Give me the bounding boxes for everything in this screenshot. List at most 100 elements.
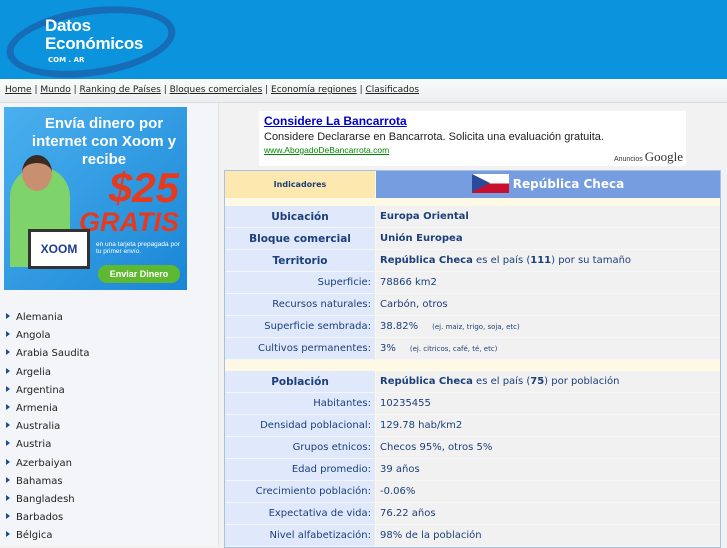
value-text: 10235455 (380, 398, 431, 409)
country-link[interactable]: Azerbaiyan (16, 458, 72, 469)
table-row: Expectativa de vida: 76.22 años (225, 503, 720, 525)
top-nav: Home | Mundo | Ranking de Países | Bloqu… (0, 79, 727, 103)
table-row: Ubicación Europa Oriental (225, 206, 720, 228)
rank-text: es el país ( (472, 376, 531, 387)
triangle-bullet-icon (6, 476, 10, 483)
enviar-dinero-button[interactable]: Enviar Dinero (98, 265, 180, 283)
logo-domain: COM . AR (48, 56, 85, 64)
nav-link-0[interactable]: Home (5, 85, 32, 95)
nav-link-5[interactable]: Clasificados (365, 85, 419, 95)
table-row: Crecimiento población: -0.06% (225, 481, 720, 503)
country-name: República Checa (380, 255, 473, 266)
country-list-item[interactable]: Barbados (6, 511, 90, 529)
row-label: Población (225, 371, 375, 392)
nav-link-2[interactable]: Ranking de Países (80, 85, 161, 95)
country-link[interactable]: Austria (16, 439, 51, 450)
geography-section: Ubicación Europa Oriental Bloque comercial… (225, 206, 720, 360)
table-row: Cultivos permanentes: 3% (ej. citricos, ca… (225, 338, 720, 360)
value-text: 76.22 años (380, 508, 436, 519)
triangle-bullet-icon (6, 367, 10, 374)
country-list-item[interactable]: Armenia (6, 402, 90, 420)
table-row: Recursos naturales: Carbón, otros (225, 294, 720, 316)
triangle-bullet-icon (6, 531, 10, 538)
row-value: Carbón, otros (376, 294, 720, 315)
country-list-item[interactable]: Arabia Saudita (6, 347, 90, 365)
row-value: 78866 km2 (376, 272, 720, 293)
rank-number: 111 (530, 255, 552, 266)
value-note: (ej. citricos, café, té, etc) (409, 345, 498, 353)
row-label: Cultivos permanentes: (225, 338, 375, 359)
logo-text[interactable]: Económicos (45, 34, 143, 54)
value-text: Unión Europea (380, 233, 463, 244)
xoom-banner-ad[interactable]: Envía dinero por internet con Xoom y rec… (4, 107, 187, 290)
country-list-item[interactable]: Argelia (6, 366, 90, 384)
banner-headline: Envía dinero por internet con Xoom y rec… (31, 115, 177, 168)
value-text: Checos 95%, otros 5% (380, 442, 493, 453)
value-text: 78866 km2 (380, 277, 437, 288)
row-value: Europa Oriental (376, 206, 720, 227)
country-list-item[interactable]: Bangladesh (6, 493, 90, 511)
rank-text: ) por población (544, 376, 620, 387)
row-value: Unión Europea (376, 228, 720, 249)
triangle-bullet-icon (6, 313, 10, 319)
country-list-item[interactable]: Australia (6, 420, 90, 438)
country-link[interactable]: Angola (16, 330, 51, 341)
logo-text[interactable]: Datos (45, 16, 91, 36)
rank-number: 75 (530, 376, 545, 387)
country-link[interactable]: Armenia (16, 403, 58, 414)
country-link[interactable]: Barbados (16, 512, 63, 523)
row-value: 76.22 años (376, 503, 720, 524)
country-link[interactable]: Argelia (16, 367, 51, 378)
country-link[interactable]: Bangladesh (16, 494, 75, 505)
row-label: Ubicación (225, 206, 375, 227)
country-link[interactable]: Argentina (16, 385, 65, 396)
country-list-item[interactable]: Azerbaiyan (6, 457, 90, 475)
ads-by-google[interactable]: Anuncios Google (614, 149, 683, 165)
table-row: Superficie sembrada: 38.82% (ej. maiz, tri… (225, 316, 720, 338)
nav-link-1[interactable]: Mundo (40, 85, 70, 95)
nav-link-4[interactable]: Economía regiones (271, 85, 357, 95)
row-label: Expectativa de vida: (225, 503, 375, 524)
row-label: Nivel alfabetización: (225, 525, 375, 546)
table-row: Grupos etnicos: Checos 95%, otros 5% (225, 437, 720, 459)
row-value: 98% de la población (376, 525, 720, 546)
country-link[interactable]: Alemania (16, 312, 63, 323)
triangle-bullet-icon (6, 403, 10, 410)
indicadores-header: Indicadores (225, 171, 375, 198)
nav-link-3[interactable]: Bloques comerciales (170, 85, 263, 95)
site-header: Datos Económicos COM . AR (0, 0, 727, 79)
triangle-bullet-icon (6, 458, 10, 465)
banner-laptop-logo: XOOM (28, 229, 90, 269)
country-link[interactable]: Arabia Saudita (16, 348, 90, 359)
country-list-item[interactable]: Alemania (6, 311, 90, 329)
value-text: 39 años (380, 464, 420, 475)
population-section: Población República Checa es el país (75)… (225, 371, 720, 547)
row-value: República Checa es el país (75) por pobl… (376, 371, 720, 392)
country-list-item[interactable]: Argentina (6, 384, 90, 402)
table-row: Habitantes: 10235455 (225, 393, 720, 415)
row-label: Grupos etnicos: (225, 437, 375, 458)
google-text-ad: Considere La Bancarrota Considere Declar… (259, 111, 686, 166)
country-link[interactable]: Bahamas (16, 476, 63, 487)
country-list-item[interactable]: Austria (6, 438, 90, 456)
rank-text: ) por su tamaño (551, 255, 632, 266)
row-label: Habitantes: (225, 393, 375, 414)
banner-gratis: GRATIS (79, 207, 179, 237)
country-link[interactable]: Bélgica (16, 530, 53, 541)
ad-title-link[interactable]: Considere La Bancarrota (264, 114, 681, 128)
country-list-item[interactable]: Bahamas (6, 475, 90, 493)
czech-flag-icon (471, 174, 509, 193)
triangle-bullet-icon (6, 440, 10, 447)
row-label: Territorio (225, 250, 375, 271)
country-link[interactable]: Australia (16, 421, 60, 432)
row-label: Superficie sembrada: (225, 316, 375, 337)
anuncios-label: Anuncios (613, 156, 643, 163)
banner-subtext: en una tarjeta prepagada por tu primer e… (96, 241, 180, 255)
country-list: Alemania Angola Arabia Saudita Argelia Argen… (6, 311, 90, 547)
country-list-item[interactable]: Angola (6, 329, 90, 347)
row-value: 129.78 hab/km2 (376, 415, 720, 436)
row-value: 38.82% (ej. maiz, trigo, soja, etc) (376, 316, 720, 337)
value-text: 98% de la población (380, 530, 482, 541)
row-label: Edad promedio: (225, 459, 375, 480)
banner-amount: $25 (108, 164, 179, 211)
